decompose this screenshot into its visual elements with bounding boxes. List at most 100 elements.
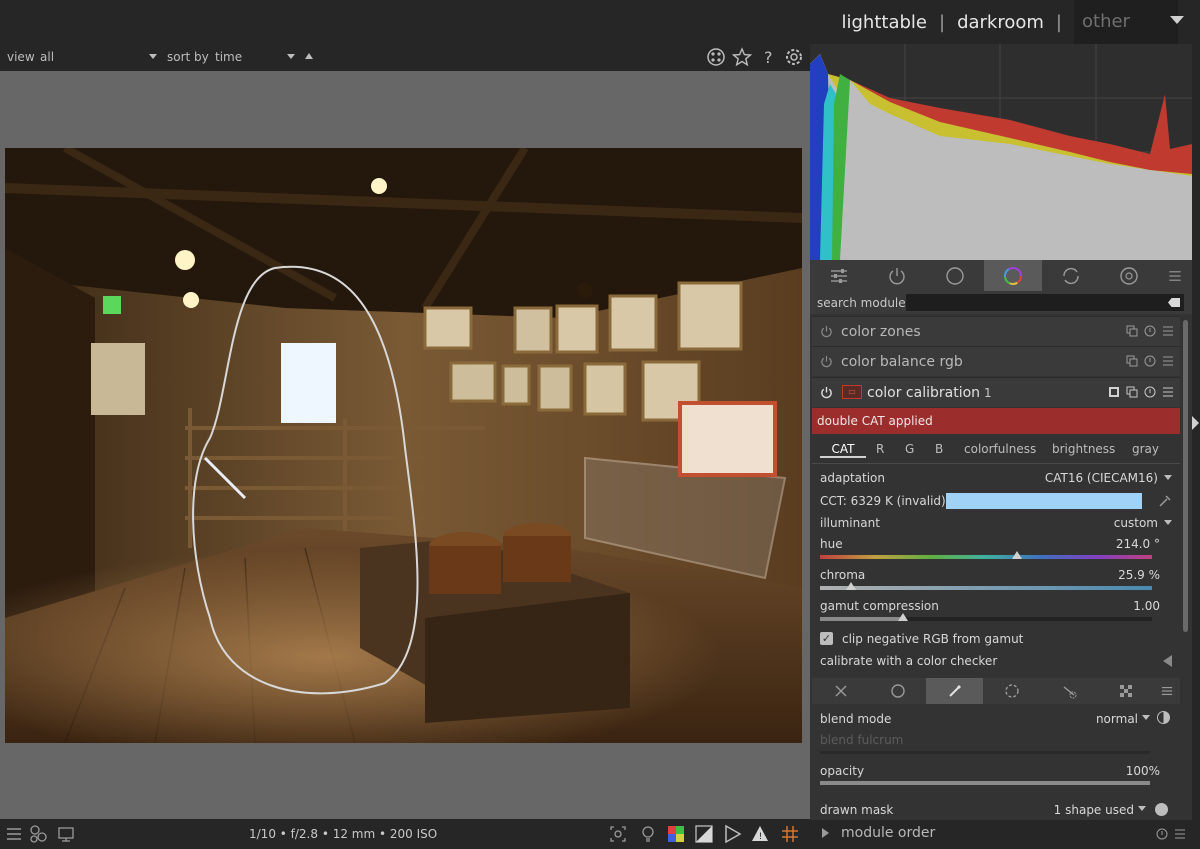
mask-display-icon[interactable] — [1108, 386, 1120, 398]
blend-mode-row[interactable]: blend mode normal — [820, 711, 1172, 726]
sort-chevron-icon[interactable] — [287, 54, 295, 59]
view-other-dropdown[interactable]: other — [1074, 0, 1184, 44]
star-icon[interactable] — [732, 47, 752, 67]
drawn-mask-row[interactable]: drawn mask 1 shape used — [820, 803, 1172, 817]
gear-icon[interactable] — [784, 47, 804, 67]
remove-shape-icon[interactable] — [1155, 803, 1168, 816]
blend-tab-drawn-parametric[interactable] — [1040, 678, 1097, 704]
presets-icon[interactable] — [706, 47, 726, 67]
multi-instance-icon[interactable] — [1126, 386, 1138, 398]
focus-peaking-icon[interactable] — [608, 824, 628, 844]
search-module-input[interactable] — [906, 294, 1184, 311]
tab-g[interactable]: G — [905, 442, 914, 456]
gamut-check-icon[interactable]: ! — [750, 824, 770, 844]
chroma-slider-handle[interactable] — [845, 582, 856, 590]
group-active-modules[interactable] — [868, 260, 926, 291]
menu-icon[interactable] — [4, 824, 24, 844]
chroma-value: 25.9 % — [1118, 568, 1160, 582]
module-order-bar[interactable]: module order — [810, 820, 1192, 849]
group-sliders[interactable] — [810, 260, 868, 291]
reset-icon[interactable] — [1156, 828, 1168, 840]
sort-value[interactable]: time — [215, 50, 242, 64]
module-color-calibration[interactable]: ▭ color calibration 1 — [812, 377, 1180, 407]
drawn-mask-value[interactable]: 1 shape used — [1054, 803, 1134, 817]
styles-icon[interactable] — [28, 824, 48, 844]
expand-left-icon[interactable] — [1163, 655, 1172, 667]
softproof-icon[interactable] — [722, 824, 742, 844]
power-icon[interactable] — [820, 325, 833, 338]
module-color-balance-rgb[interactable]: color balance rgb — [812, 346, 1180, 376]
blend-tab-uniform[interactable] — [869, 678, 926, 704]
off-icon — [835, 685, 846, 697]
display-icon[interactable] — [56, 824, 76, 844]
power-icon[interactable] — [820, 355, 833, 368]
blend-reverse-icon[interactable] — [1157, 711, 1170, 724]
view-filter-value[interactable]: all — [40, 50, 54, 64]
power-icon — [889, 267, 905, 284]
reset-icon[interactable] — [1144, 355, 1156, 367]
gamut-slider[interactable] — [820, 613, 1152, 621]
power-icon[interactable] — [820, 386, 833, 399]
hue-label: hue — [820, 537, 843, 551]
group-correct[interactable] — [1042, 260, 1100, 291]
view-lighttable[interactable]: lighttable — [842, 12, 927, 33]
sort-order-icon[interactable] — [305, 53, 313, 59]
blend-tab-raster[interactable] — [1097, 678, 1154, 704]
module-groups-bar — [810, 260, 1192, 291]
tab-cat[interactable]: CAT — [820, 442, 866, 458]
collapse-right-panel-icon[interactable] — [1192, 416, 1199, 430]
tab-b[interactable]: B — [935, 442, 943, 456]
reset-icon[interactable] — [1144, 325, 1156, 337]
adaptation-value[interactable]: CAT16 (CIECAM16) — [1045, 471, 1158, 485]
presets-menu-icon[interactable] — [1162, 355, 1174, 367]
group-effects[interactable] — [1100, 260, 1158, 291]
histogram[interactable] — [810, 44, 1192, 260]
view-filter-chevron-icon[interactable] — [149, 54, 157, 59]
tab-colorfulness[interactable]: colorfulness — [964, 442, 1036, 456]
opacity-slider[interactable] — [820, 781, 1150, 785]
sort-label: sort by — [167, 50, 209, 64]
hue-slider[interactable] — [820, 551, 1152, 559]
gamut-value: 1.00 — [1133, 599, 1160, 613]
illuminant-row[interactable]: illuminant custom — [820, 516, 1172, 530]
tab-gray[interactable]: gray — [1132, 442, 1159, 456]
color-checker-row[interactable]: calibrate with a color checker — [820, 654, 1172, 668]
presets-menu-icon[interactable] — [1174, 828, 1186, 840]
help-icon[interactable]: ? — [758, 47, 778, 67]
module-color-zones[interactable]: color zones — [812, 316, 1180, 346]
reset-icon[interactable] — [1144, 386, 1156, 398]
tab-brightness[interactable]: brightness — [1052, 442, 1115, 456]
group-base[interactable] — [926, 260, 984, 291]
lightbulb-icon[interactable] — [638, 824, 658, 844]
darkroom-image[interactable] — [5, 148, 802, 743]
view-darkroom[interactable]: darkroom — [957, 12, 1044, 33]
blend-tab-off[interactable] — [812, 678, 869, 704]
chevron-down-icon — [1164, 520, 1172, 525]
warning-banner: double CAT applied — [812, 408, 1180, 434]
panel-scrollbar[interactable] — [1183, 320, 1188, 632]
chroma-slider[interactable] — [820, 582, 1152, 590]
group-color[interactable] — [984, 260, 1042, 291]
hue-slider-handle[interactable] — [1012, 551, 1023, 559]
blending-menu[interactable] — [1154, 678, 1180, 704]
hue-row: hue 214.0 ° — [820, 537, 1172, 551]
presets-menu-icon[interactable] — [1162, 386, 1174, 398]
color-assessment-icon[interactable] — [666, 824, 686, 844]
gamut-slider-handle[interactable] — [898, 613, 908, 621]
overexposure-icon[interactable] — [694, 824, 714, 844]
multi-instance-icon[interactable] — [1126, 355, 1138, 367]
groups-menu[interactable] — [1158, 260, 1192, 291]
illuminant-value[interactable]: custom — [1114, 516, 1158, 530]
blend-fulcrum-label: blend fulcrum — [820, 733, 904, 747]
blend-mode-value[interactable]: normal — [1096, 712, 1138, 726]
blend-tab-drawn[interactable] — [926, 678, 983, 704]
adaptation-row[interactable]: adaptation CAT16 (CIECAM16) — [820, 471, 1172, 485]
presets-menu-icon[interactable] — [1162, 325, 1174, 337]
tab-r[interactable]: R — [876, 442, 884, 456]
clip-checkbox[interactable]: ✓ — [820, 632, 833, 645]
blend-tab-parametric[interactable] — [983, 678, 1040, 704]
view-other-label: other — [1082, 11, 1130, 32]
multi-instance-icon[interactable] — [1126, 325, 1138, 337]
color-picker-icon[interactable] — [1158, 494, 1172, 508]
guides-icon[interactable] — [780, 824, 800, 844]
